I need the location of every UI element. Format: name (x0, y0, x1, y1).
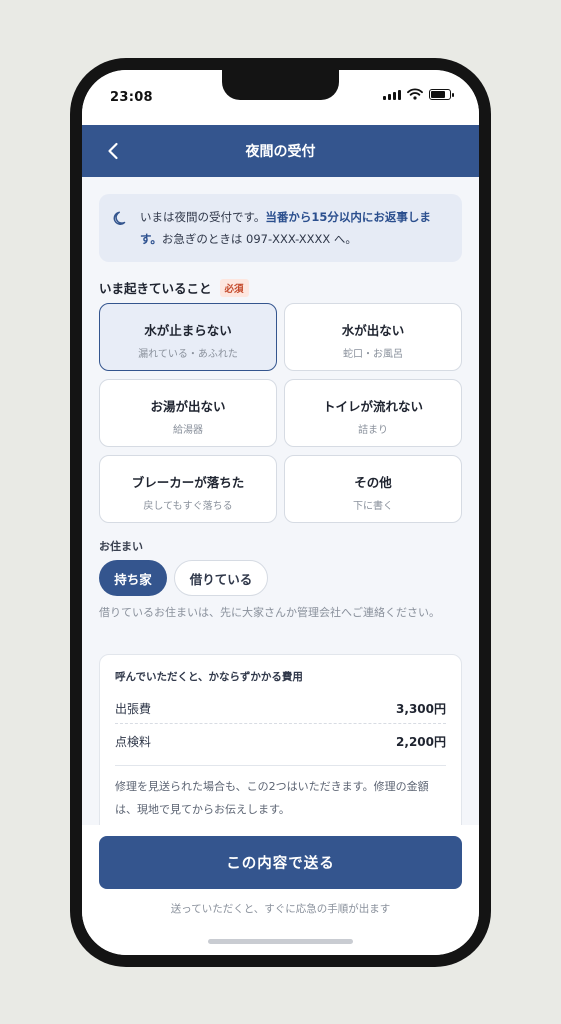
status-bar: 23:08 (82, 70, 479, 125)
fees-card: 呼んでいただくと、かならずかかる費用 出張費 3,300円 点検料 2,200円… (99, 654, 462, 825)
option-title: 水が止まらない (144, 323, 232, 338)
signal-icon (383, 89, 401, 100)
fee-label: 出張費 (115, 702, 152, 716)
residence-section-label: お住まい (99, 540, 143, 553)
issue-option-no-hot-water[interactable]: お湯が出ない 給湯器 (99, 379, 277, 447)
notice-text-post: お急ぎのときは 097-XXX-XXXX へ。 (161, 232, 357, 246)
dynamic-island (222, 70, 339, 100)
option-subtitle: 漏れている・あふれた (138, 349, 238, 360)
night-notice: いまは夜間の受付です。当番から15分以内にお返事します。お急ぎのときは 097-… (99, 194, 462, 262)
issue-section-label: いま起きていること (99, 281, 212, 296)
residence-note: 借りているお住まいは、先に大家さんか管理会社へご連絡ください。 (99, 606, 440, 619)
bottom-action-bar: この内容で送る 送っていただくと、すぐに応急の手順が出ます (82, 825, 479, 955)
notice-text-pre: いまは夜間の受付です。 (140, 210, 266, 224)
issue-option-water-wont-stop[interactable]: 水が止まらない 漏れている・あふれた (99, 303, 277, 371)
fee-label: 点検料 (115, 735, 152, 749)
fees-divider (115, 765, 446, 766)
option-subtitle: 戻してもすぐ落ちる (143, 501, 233, 512)
fee-value: 2,200円 (396, 735, 446, 749)
moon-icon (113, 211, 126, 225)
screen: 23:08 夜間の受付 いまは夜間の受付です。当番から15分以内にお返事します。… (82, 70, 479, 955)
issue-option-other[interactable]: その他 下に書く (284, 455, 462, 523)
option-subtitle: 蛇口・お風呂 (343, 349, 403, 360)
option-title: トイレが流れない (322, 399, 423, 414)
form-content[interactable]: いまは夜間の受付です。当番から15分以内にお返事します。お急ぎのときは 097-… (82, 177, 479, 825)
option-title: ブレーカーが落ちた (131, 475, 245, 490)
issue-label-row: いま起きていること 必須 (99, 278, 249, 297)
option-subtitle: 下に書く (353, 501, 393, 512)
option-title: 水が出ない (341, 323, 405, 338)
fees-title: 呼んでいただくと、かならずかかる費用 (115, 671, 303, 683)
fee-row-travel: 出張費 3,300円 (115, 700, 446, 717)
residence-owned-toggle[interactable]: 持ち家 (99, 560, 167, 596)
notice-text: いまは夜間の受付です。当番から15分以内にお返事します。お急ぎのときは 097-… (140, 206, 448, 250)
phone-frame: 23:08 夜間の受付 いまは夜間の受付です。当番から15分以内にお返事します。… (70, 58, 491, 967)
required-badge: 必須 (219, 278, 249, 297)
page-title: 夜間の受付 (245, 144, 316, 160)
option-subtitle: 詰まり (358, 425, 388, 436)
fees-description: 修理を見送られた場合も、この2つはいただきます。修理の金額は、現地で見てからお伝… (115, 780, 429, 816)
submit-hint: 送っていただくと、すぐに応急の手順が出ます (170, 903, 391, 915)
fee-row-inspection: 点検料 2,200円 (115, 733, 446, 750)
residence-rented-toggle[interactable]: 借りている (174, 560, 268, 596)
issue-option-no-water[interactable]: 水が出ない 蛇口・お風呂 (284, 303, 462, 371)
submit-button[interactable]: この内容で送る (99, 836, 462, 889)
status-time: 23:08 (110, 90, 153, 105)
fee-divider (115, 723, 446, 724)
status-icons (383, 88, 454, 100)
battery-icon (429, 88, 454, 100)
option-title: その他 (354, 475, 392, 490)
issue-option-breaker-trip[interactable]: ブレーカーが落ちた 戻してもすぐ落ちる (99, 455, 277, 523)
wifi-icon (407, 88, 423, 100)
fee-value: 3,300円 (396, 702, 446, 716)
issue-option-toilet-clog[interactable]: トイレが流れない 詰まり (284, 379, 462, 447)
home-indicator[interactable] (208, 939, 353, 944)
option-title: お湯が出ない (150, 399, 226, 414)
header-bar: 夜間の受付 (82, 125, 479, 177)
option-subtitle: 給湯器 (173, 425, 203, 436)
